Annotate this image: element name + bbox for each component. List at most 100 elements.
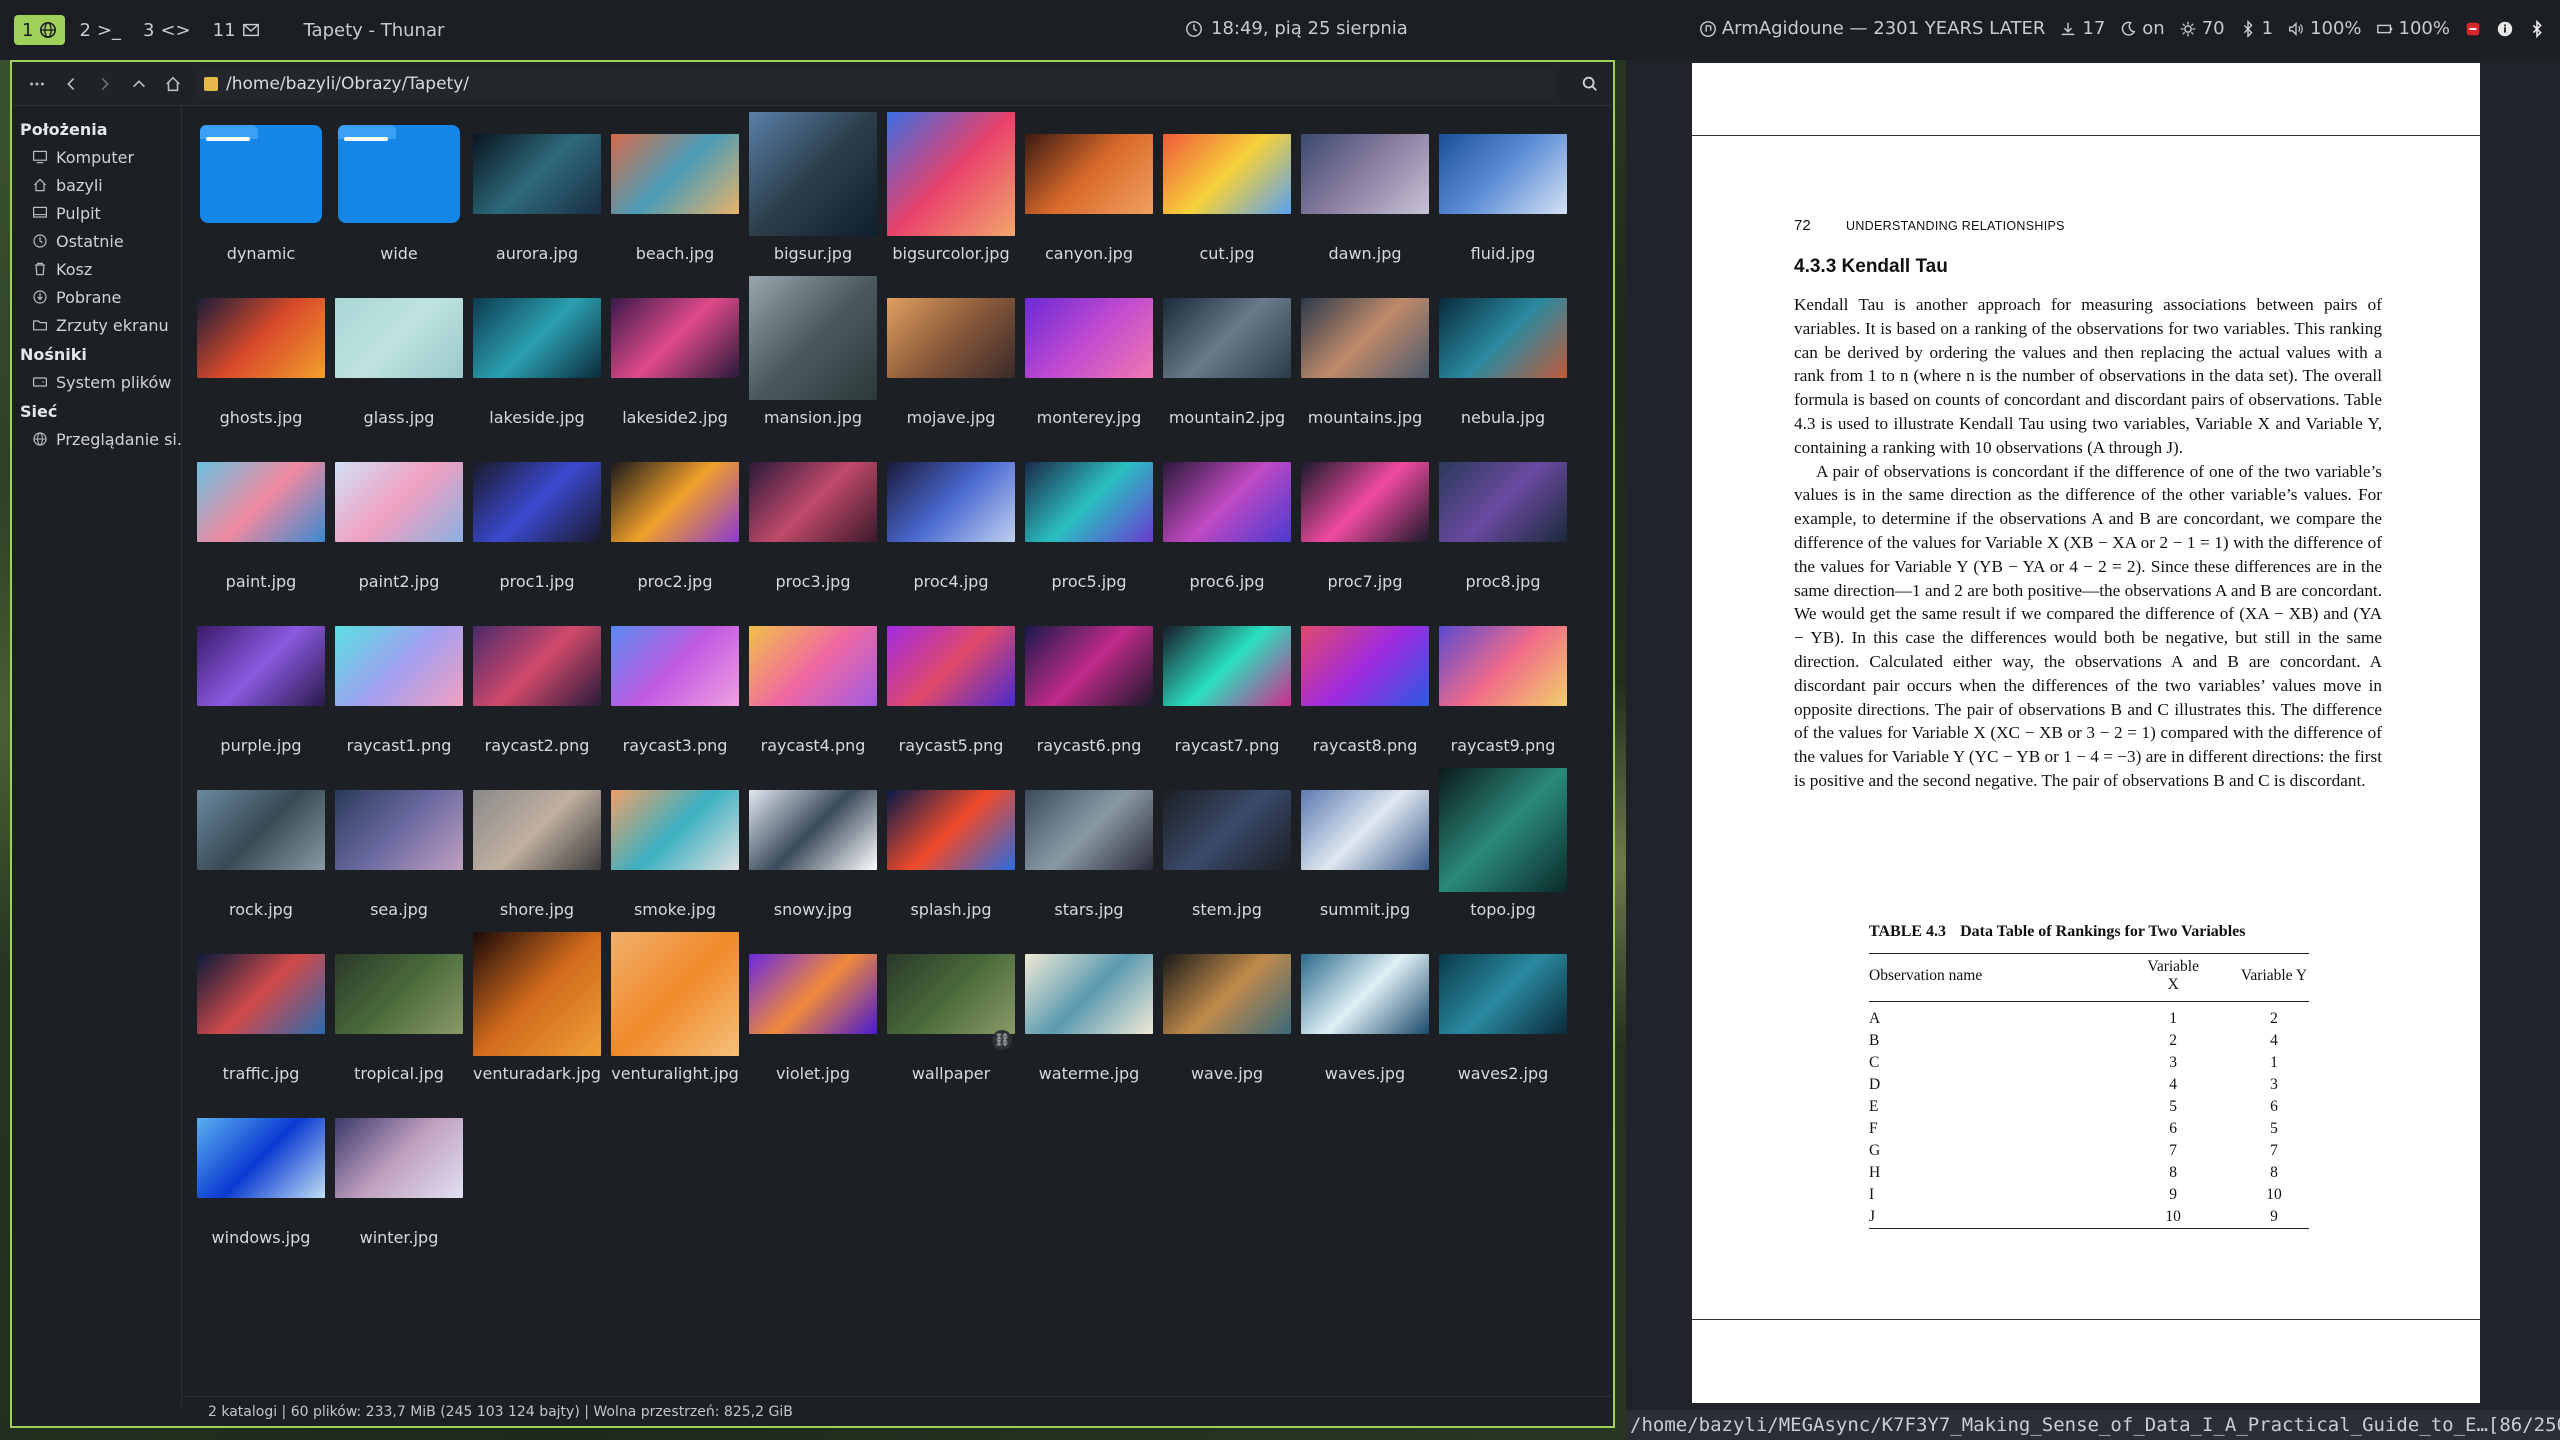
file-item[interactable]: mountain2.jpg (1158, 274, 1296, 438)
file-item[interactable]: raycast9.png (1434, 602, 1572, 766)
battery-indicator[interactable]: 100% (2376, 18, 2450, 39)
file-item[interactable]: shore.jpg (468, 766, 606, 930)
up-button[interactable] (122, 67, 156, 101)
file-item[interactable]: dawn.jpg (1296, 110, 1434, 274)
file-item[interactable]: fluid.jpg (1434, 110, 1572, 274)
file-item[interactable]: venturalight.jpg (606, 930, 744, 1094)
sidebar-item-komputer[interactable]: Komputer (12, 143, 181, 171)
file-item[interactable]: wave.jpg (1158, 930, 1296, 1094)
file-item[interactable]: raycast7.png (1158, 602, 1296, 766)
sidebar-item-zrzuty-ekranu[interactable]: Zrzuty ekranu (12, 311, 181, 339)
file-item[interactable]: monterey.jpg (1020, 274, 1158, 438)
file-item[interactable]: proc4.jpg (882, 438, 1020, 602)
sidebar-item-pobrane[interactable]: Pobrane (12, 283, 181, 311)
workspace-3[interactable]: 3 <> (135, 15, 199, 45)
back-button[interactable] (54, 67, 88, 101)
volume-indicator[interactable]: 100% (2287, 18, 2362, 39)
file-item[interactable]: ghosts.jpg (192, 274, 330, 438)
file-item[interactable]: proc5.jpg (1020, 438, 1158, 602)
file-item[interactable]: raycast4.png (744, 602, 882, 766)
file-item[interactable]: stem.jpg (1158, 766, 1296, 930)
image-thumbnail (473, 930, 601, 1058)
file-item[interactable]: proc6.jpg (1158, 438, 1296, 602)
file-item[interactable]: raycast3.png (606, 602, 744, 766)
file-item[interactable]: sea.jpg (330, 766, 468, 930)
workspace-number: 3 (143, 19, 155, 41)
workspace-1[interactable]: 1 (14, 15, 66, 45)
sidebar-item-system-plików[interactable]: System plików (12, 368, 181, 396)
menu-button[interactable] (20, 67, 54, 101)
file-item[interactable]: proc1.jpg (468, 438, 606, 602)
folder-item[interactable]: wide (330, 110, 468, 274)
file-item[interactable]: traffic.jpg (192, 930, 330, 1094)
file-item[interactable]: glass.jpg (330, 274, 468, 438)
file-item[interactable]: mojave.jpg (882, 274, 1020, 438)
sidebar-section-title[interactable]: Sieć (12, 396, 181, 425)
workspace-11[interactable]: 11 (205, 15, 268, 45)
file-item[interactable]: mansion.jpg (744, 274, 882, 438)
file-item[interactable]: aurora.jpg (468, 110, 606, 274)
file-item[interactable]: stars.jpg (1020, 766, 1158, 930)
home-button[interactable] (156, 67, 190, 101)
tray-app-red[interactable] (2464, 20, 2482, 38)
forward-button[interactable] (88, 67, 122, 101)
file-item[interactable]: paint.jpg (192, 438, 330, 602)
tray-app-info[interactable] (2496, 20, 2514, 38)
file-item[interactable]: cut.jpg (1158, 110, 1296, 274)
file-item[interactable]: venturadark.jpg (468, 930, 606, 1094)
music-indicator[interactable]: ArmAgidoune — 2301 YEARS LATER (1699, 18, 2045, 39)
tray-bluetooth[interactable] (2528, 19, 2546, 38)
file-item[interactable]: proc3.jpg (744, 438, 882, 602)
file-item[interactable]: raycast5.png (882, 602, 1020, 766)
file-item[interactable]: smoke.jpg (606, 766, 744, 930)
file-item[interactable]: bigsurcolor.jpg (882, 110, 1020, 274)
file-item[interactable]: windows.jpg (192, 1094, 330, 1258)
file-item[interactable]: purple.jpg (192, 602, 330, 766)
file-item[interactable]: bigsur.jpg (744, 110, 882, 274)
file-item[interactable]: waves2.jpg (1434, 930, 1572, 1094)
file-item[interactable]: winter.jpg (330, 1094, 468, 1258)
file-item[interactable]: mountains.jpg (1296, 274, 1434, 438)
file-item[interactable]: tropical.jpg (330, 930, 468, 1094)
night-light-indicator[interactable]: on (2119, 18, 2165, 39)
file-item[interactable]: raycast8.png (1296, 602, 1434, 766)
file-name: venturalight.jpg (611, 1064, 739, 1083)
file-item[interactable]: splash.jpg (882, 766, 1020, 930)
sidebar-section-title[interactable]: Położenia (12, 114, 181, 143)
file-item[interactable]: topo.jpg (1434, 766, 1572, 930)
workspace-2[interactable]: 2 >_ (71, 15, 129, 45)
sidebar-item-przeglądanie-si[interactable]: Przeglądanie si... (12, 425, 181, 453)
bluetooth-indicator[interactable]: 1 (2239, 18, 2273, 39)
file-item[interactable]: ⛓ wallpaper (882, 930, 1020, 1094)
file-item[interactable]: raycast1.png (330, 602, 468, 766)
file-item[interactable]: waterme.jpg (1020, 930, 1158, 1094)
file-item[interactable]: canyon.jpg (1020, 110, 1158, 274)
file-item[interactable]: proc2.jpg (606, 438, 744, 602)
search-button[interactable] (1573, 67, 1607, 101)
sidebar-item-ostatnie[interactable]: Ostatnie (12, 227, 181, 255)
file-item[interactable]: paint2.jpg (330, 438, 468, 602)
file-item[interactable]: summit.jpg (1296, 766, 1434, 930)
sidebar-item-kosz[interactable]: Kosz (12, 255, 181, 283)
brightness-indicator[interactable]: 70 (2179, 18, 2225, 39)
file-item[interactable]: lakeside2.jpg (606, 274, 744, 438)
file-item[interactable]: proc7.jpg (1296, 438, 1434, 602)
sidebar-item-bazyli[interactable]: bazyli (12, 171, 181, 199)
folder-item[interactable]: dynamic (192, 110, 330, 274)
image-thumbnail (749, 274, 877, 402)
file-item[interactable]: raycast2.png (468, 602, 606, 766)
file-item[interactable]: rock.jpg (192, 766, 330, 930)
file-item[interactable]: nebula.jpg (1434, 274, 1572, 438)
file-item[interactable]: raycast6.png (1020, 602, 1158, 766)
clock[interactable]: 18:49, pią 25 sierpnia (1185, 18, 1408, 39)
file-item[interactable]: snowy.jpg (744, 766, 882, 930)
location-bar[interactable]: /home/bazyli/Obrazy/Tapety/ (196, 68, 1556, 99)
updates-indicator[interactable]: 17 (2059, 18, 2105, 39)
file-item[interactable]: beach.jpg (606, 110, 744, 274)
sidebar-item-pulpit[interactable]: Pulpit (12, 199, 181, 227)
file-item[interactable]: lakeside.jpg (468, 274, 606, 438)
file-item[interactable]: violet.jpg (744, 930, 882, 1094)
file-item[interactable]: waves.jpg (1296, 930, 1434, 1094)
file-item[interactable]: proc8.jpg (1434, 438, 1572, 602)
sidebar-section-title[interactable]: Nośniki (12, 339, 181, 368)
